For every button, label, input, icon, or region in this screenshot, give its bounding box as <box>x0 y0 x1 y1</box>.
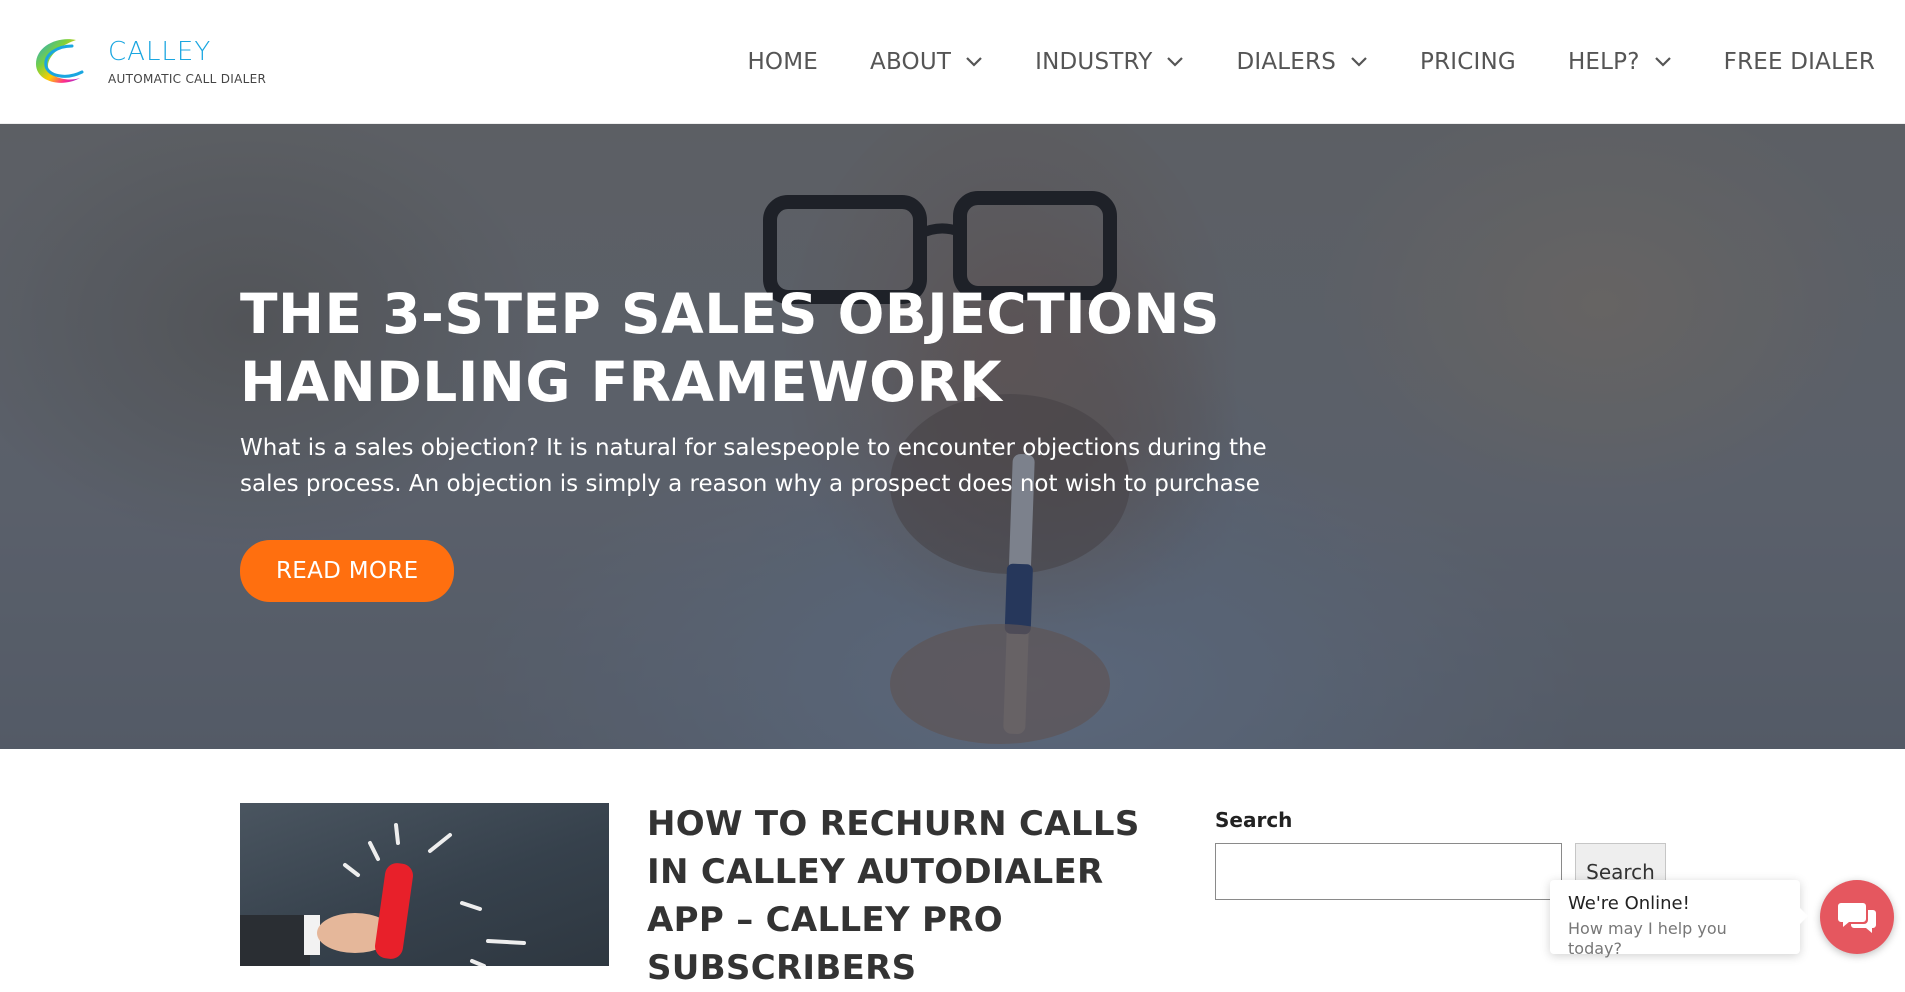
nav-item-industry[interactable]: INDUSTRY <box>1035 49 1184 75</box>
chat-bubbles-icon <box>1838 903 1876 933</box>
nav-item-label: INDUSTRY <box>1035 49 1153 75</box>
ringing-phone-receiver-icon <box>240 823 526 966</box>
nav-item-label: PRICING <box>1420 49 1516 75</box>
calley-logo-icon <box>36 39 84 83</box>
nav-item-pricing[interactable]: PRICING <box>1420 49 1516 75</box>
chat-status: We're Online! <box>1568 893 1690 914</box>
site-logo[interactable]: CALLEY AUTOMATIC CALL DIALER <box>28 32 268 92</box>
nav-item-label: HELP? <box>1567 49 1640 75</box>
chat-prompt: How may I help you today? <box>1568 919 1727 958</box>
hero-title[interactable]: THE 3-STEP SALES OBJECTIONS HANDLING FRA… <box>240 280 1300 416</box>
brand-tagline: AUTOMATIC CALL DIALER <box>108 72 267 86</box>
search-input[interactable] <box>1215 843 1562 900</box>
nav-item-label: ABOUT <box>870 49 952 75</box>
chat-launcher-button[interactable] <box>1820 880 1894 954</box>
hero-content: THE 3-STEP SALES OBJECTIONS HANDLING FRA… <box>240 280 1300 602</box>
nav-item-label: FREE DIALER <box>1723 49 1875 75</box>
hero-section: THE 3-STEP SALES OBJECTIONS HANDLING FRA… <box>0 124 1905 749</box>
brand-name: CALLEY <box>108 37 212 67</box>
chevron-down-icon <box>1167 57 1184 67</box>
nav-item-help[interactable]: HELP? <box>1568 49 1672 75</box>
post-thumbnail[interactable] <box>240 803 609 966</box>
chevron-down-icon <box>966 57 982 67</box>
main-nav: HOME ABOUT INDUSTRY DIALERS PRICING HELP… <box>747 42 1875 82</box>
nav-item-home[interactable]: HOME <box>747 49 818 75</box>
nav-item-label: DIALERS <box>1236 49 1337 75</box>
nav-item-dialers[interactable]: DIALERS <box>1236 49 1368 75</box>
nav-item-about[interactable]: ABOUT <box>870 49 983 75</box>
search-label: Search <box>1215 808 1293 832</box>
post-title[interactable]: HOW TO RECHURN CALLS IN CALLEY AUTODIALE… <box>647 800 1167 992</box>
nav-item-free-dialer[interactable]: FREE DIALER <box>1724 49 1875 75</box>
chevron-down-icon <box>1654 57 1671 67</box>
chat-greeting-bubble[interactable]: We're Online! How may I help you today? <box>1550 880 1808 958</box>
nav-item-label: HOME <box>747 49 819 75</box>
hero-excerpt: What is a sales objection? It is natural… <box>240 435 1267 497</box>
read-more-button[interactable]: READ MORE <box>240 540 455 602</box>
site-header: CALLEY AUTOMATIC CALL DIALER HOME ABOUT … <box>0 0 1905 124</box>
chevron-down-icon <box>1351 57 1367 67</box>
